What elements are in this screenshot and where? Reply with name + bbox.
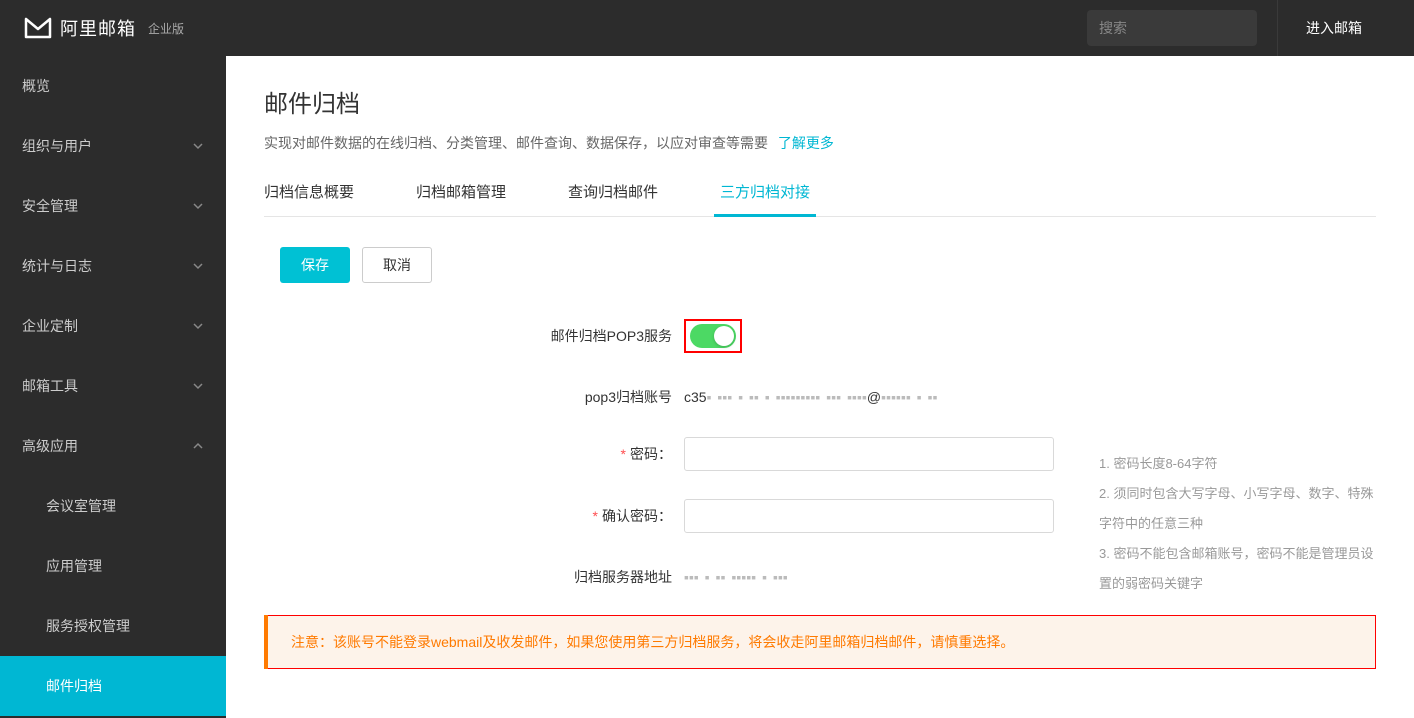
sidebar-subitem-service-auth[interactable]: 服务授权管理 (0, 596, 226, 656)
header-right: 进入邮箱 (1087, 0, 1390, 56)
sidebar-subitem-meeting-room[interactable]: 会议室管理 (0, 476, 226, 536)
cancel-button[interactable]: 取消 (362, 247, 432, 283)
chevron-down-icon (192, 200, 204, 212)
sidebar-item-label: 邮箱工具 (22, 376, 78, 396)
search-input[interactable] (1099, 20, 1280, 36)
page-desc: 实现对邮件数据的在线归档、分类管理、邮件查询、数据保存，以应对审查等需要 了解更… (264, 133, 1376, 153)
sidebar-item-advanced-apps[interactable]: 高级应用 (0, 416, 226, 476)
password-input[interactable] (684, 437, 1054, 471)
logo: 阿里邮箱 企业版 (24, 15, 184, 41)
chevron-down-icon (192, 140, 204, 152)
sidebar-item-company-custom[interactable]: 企业定制 (0, 296, 226, 356)
sidebar-item-label: 组织与用户 (22, 136, 92, 156)
sidebar-subitem-label: 应用管理 (46, 556, 102, 576)
sidebar-subitem-app-mgmt[interactable]: 应用管理 (0, 536, 226, 596)
sidebar-item-org-users[interactable]: 组织与用户 (0, 116, 226, 176)
sidebar-item-stats-logs[interactable]: 统计与日志 (0, 236, 226, 296)
chevron-up-icon (192, 440, 204, 452)
main-content: 邮件归档 实现对邮件数据的在线归档、分类管理、邮件查询、数据保存，以应对审查等需… (226, 56, 1414, 718)
sidebar-item-label: 概览 (22, 76, 50, 96)
warning-box: 注意：该账号不能登录webmail及收发邮件，如果您使用第三方归档服务，将会收走… (264, 615, 1376, 669)
warning-text: 注意：该账号不能登录webmail及收发邮件，如果您使用第三方归档服务，将会收走… (291, 632, 1355, 652)
page-desc-text: 实现对邮件数据的在线归档、分类管理、邮件查询、数据保存，以应对审查等需要 (264, 135, 768, 151)
save-button[interactable]: 保存 (280, 247, 350, 283)
password-hints: 1. 密码长度8-64字符 2. 须同时包含大写字母、小写字母、数字、特殊字符中… (1099, 449, 1376, 598)
sidebar: 概览 组织与用户 安全管理 统计与日志 企业定制 邮箱工具 高级应用 会议室管理 (0, 56, 226, 718)
tab-query-archive-mail[interactable]: 查询归档邮件 (568, 181, 658, 216)
page-title: 邮件归档 (264, 84, 1376, 119)
search-box[interactable] (1087, 10, 1257, 46)
sidebar-subitem-label: 会议室管理 (46, 496, 116, 516)
form-row-pop3-service: 邮件归档POP3服务 (264, 319, 1376, 353)
masked-chars: ▪ ▪▪▪ ▪ ▪▪ ▪ ▪▪▪▪▪▪▪▪▪ ▪▪▪ ▪▪▪▪ (707, 389, 867, 405)
masked-chars: ▪▪▪▪▪▪ ▪ ▪▪ (881, 389, 937, 405)
password-label: *密码： (264, 444, 684, 464)
sidebar-subitem-label: 服务授权管理 (46, 616, 130, 636)
toggle-highlight (684, 319, 742, 353)
sidebar-item-label: 高级应用 (22, 436, 78, 456)
chevron-down-icon (192, 260, 204, 272)
sidebar-subitem-label: 邮件归档 (46, 676, 102, 696)
confirm-password-input[interactable] (684, 499, 1054, 533)
masked-chars: ▪▪▪ ▪ ▪▪ ▪▪▪▪▪ ▪ ▪▪▪ (684, 569, 788, 585)
sidebar-item-mail-tools[interactable]: 邮箱工具 (0, 356, 226, 416)
tab-archive-mailbox-mgmt[interactable]: 归档邮箱管理 (416, 181, 506, 216)
logo-icon (24, 17, 52, 39)
edition-badge: 企业版 (148, 20, 184, 37)
server-addr-label: 归档服务器地址 (264, 567, 684, 587)
form-row-pop3-account: pop3归档账号 c35▪ ▪▪▪ ▪ ▪▪ ▪ ▪▪▪▪▪▪▪▪▪ ▪▪▪ ▪… (264, 387, 1376, 407)
hint-2: 2. 须同时包含大写字母、小写字母、数字、特殊字符中的任意三种 (1099, 479, 1376, 539)
hint-1: 1. 密码长度8-64字符 (1099, 449, 1376, 479)
sidebar-item-security[interactable]: 安全管理 (0, 176, 226, 236)
pop3-account-value: c35▪ ▪▪▪ ▪ ▪▪ ▪ ▪▪▪▪▪▪▪▪▪ ▪▪▪ ▪▪▪▪@▪▪▪▪▪… (684, 389, 1376, 405)
sidebar-item-label: 安全管理 (22, 196, 78, 216)
sidebar-item-label: 企业定制 (22, 316, 78, 336)
chevron-down-icon (192, 320, 204, 332)
pop3-service-label: 邮件归档POP3服务 (264, 326, 684, 346)
brand-text: 阿里邮箱 (60, 15, 136, 41)
form-section: 邮件归档POP3服务 pop3归档账号 c35▪ ▪▪▪ ▪ ▪▪ ▪ ▪▪▪▪… (264, 319, 1376, 587)
tabs: 归档信息概要 归档邮箱管理 查询归档邮件 三方归档对接 (264, 181, 1376, 217)
pop3-service-toggle[interactable] (690, 324, 736, 348)
sidebar-item-label: 统计与日志 (22, 256, 92, 276)
action-bar: 保存 取消 (280, 247, 1376, 283)
hint-3: 3. 密码不能包含邮箱账号，密码不能是管理员设置的弱密码关键字 (1099, 539, 1376, 599)
tab-third-party-archive[interactable]: 三方归档对接 (720, 181, 810, 216)
toggle-knob (714, 326, 734, 346)
chevron-down-icon (192, 380, 204, 392)
sidebar-item-overview[interactable]: 概览 (0, 56, 226, 116)
sidebar-subitem-mail-archive[interactable]: 邮件归档 (0, 656, 226, 716)
top-header: 阿里邮箱 企业版 进入邮箱 (0, 0, 1414, 56)
learn-more-link[interactable]: 了解更多 (778, 135, 834, 151)
confirm-password-label: *确认密码： (264, 506, 684, 526)
tab-archive-summary[interactable]: 归档信息概要 (264, 181, 354, 216)
pop3-account-label: pop3归档账号 (264, 387, 684, 407)
enter-mail-link[interactable]: 进入邮箱 (1277, 0, 1390, 56)
